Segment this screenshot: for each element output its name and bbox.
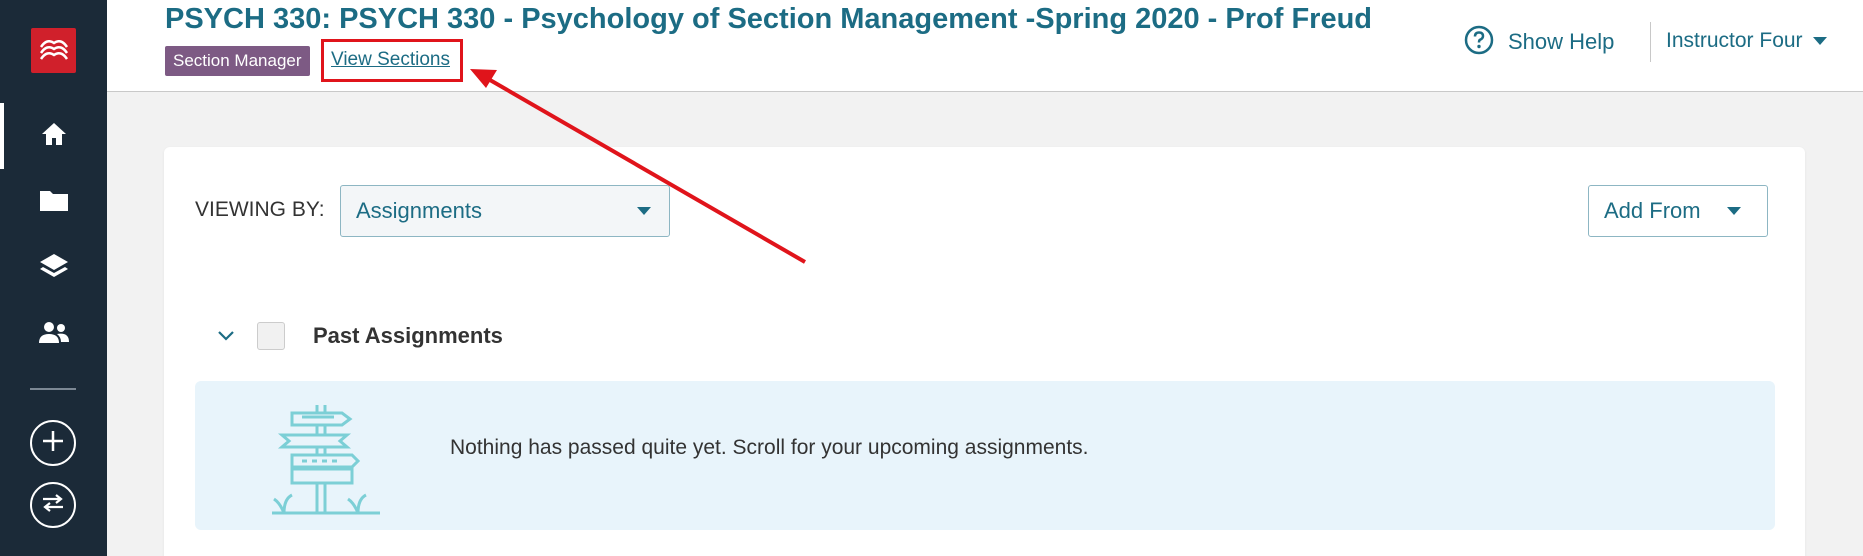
sidebar-item-people[interactable]	[0, 301, 107, 367]
viewing-by-label: VIEWING BY:	[195, 198, 325, 221]
chevron-down-icon	[637, 207, 651, 215]
annotation-highlight-box	[321, 39, 463, 82]
add-course-button[interactable]	[30, 420, 76, 466]
collapse-chevron-icon[interactable]	[215, 325, 237, 347]
plus-circle-icon	[42, 430, 64, 457]
sidebar-divider	[30, 388, 76, 390]
sidebar-item-home[interactable]	[0, 103, 107, 169]
viewing-by-value: Assignments	[356, 198, 482, 223]
swap-arrows-icon	[41, 493, 65, 518]
add-from-label: Add From	[1604, 198, 1701, 223]
switch-course-button[interactable]	[30, 482, 76, 528]
show-help-label: Show Help	[1508, 29, 1615, 54]
viewing-by-select[interactable]: Assignments	[340, 185, 670, 237]
section-manager-badge: Section Manager	[165, 46, 310, 76]
past-assignments-header: Past Assignments	[215, 318, 503, 354]
empty-state-message: Nothing has passed quite yet. Scroll for…	[450, 436, 1089, 459]
mcgraw-hill-logo-icon[interactable]	[31, 28, 76, 73]
home-icon	[40, 121, 68, 152]
people-icon	[37, 320, 71, 349]
sidebar	[0, 0, 107, 556]
chevron-down-icon	[1727, 207, 1741, 215]
sidebar-item-library[interactable]	[0, 235, 107, 301]
select-all-checkbox[interactable]	[257, 322, 285, 350]
question-circle-icon	[1464, 25, 1494, 60]
header-divider	[1650, 22, 1651, 62]
section-title: Past Assignments	[313, 323, 503, 348]
sidebar-item-files[interactable]	[0, 169, 107, 235]
signpost-icon	[262, 395, 382, 520]
show-help-button[interactable]: Show Help	[1464, 25, 1615, 60]
user-menu[interactable]: Instructor Four	[1666, 29, 1827, 53]
user-name: Instructor Four	[1666, 29, 1803, 52]
course-title: PSYCH 330: PSYCH 330 - Psychology of Sec…	[165, 3, 1373, 35]
add-from-button[interactable]: Add From	[1588, 185, 1768, 237]
folder-icon	[39, 188, 69, 217]
chevron-down-icon	[1812, 37, 1827, 45]
layers-icon	[39, 252, 69, 285]
